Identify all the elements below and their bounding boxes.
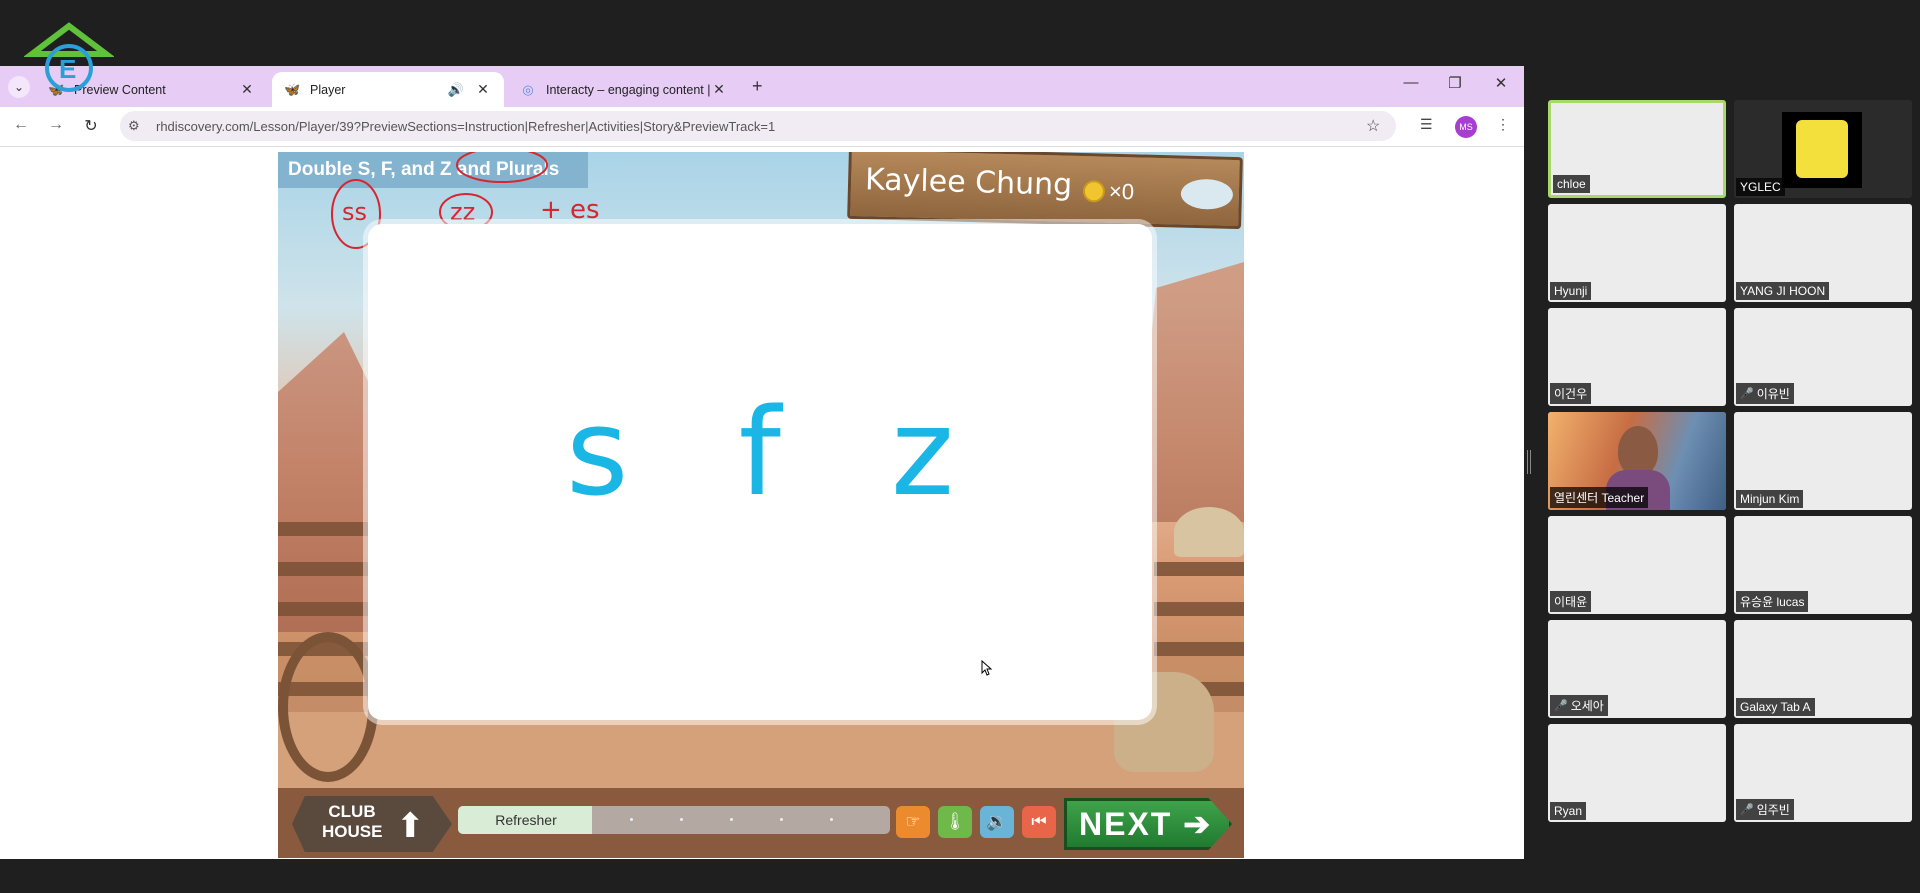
participant-name: Ryan <box>1550 802 1587 820</box>
annotation-es: + es <box>540 195 600 225</box>
speaker-icon[interactable]: 🔊 <box>448 82 464 98</box>
address-bar[interactable]: ⚙ rhdiscovery.com/Lesson/Player/39?Previ… <box>120 111 1396 141</box>
participant-name: 이태윤 <box>1550 591 1592 612</box>
participant-tile[interactable]: 이건우 <box>1548 308 1726 406</box>
participant-tile[interactable]: 🎤 이유빈 <box>1734 308 1912 406</box>
muted-mic-icon: 🎤 <box>1554 700 1568 712</box>
up-arrow-icon: ⬆ <box>396 807 425 845</box>
participant-name: 🎤 임주빈 <box>1736 799 1794 820</box>
desert-ground <box>278 712 1244 792</box>
browser-toolbar: ← → ↻ ⚙ rhdiscovery.com/Lesson/Player/39… <box>0 107 1524 147</box>
site-settings-icon[interactable]: ⚙ <box>128 118 156 134</box>
participant-tile[interactable]: 이태윤 <box>1548 516 1726 614</box>
organization-logo: E <box>24 22 114 92</box>
participant-name: 열린센터 Teacher <box>1550 487 1649 508</box>
svg-text:E: E <box>59 54 76 84</box>
participant-name: Minjun Kim <box>1736 490 1804 508</box>
participant-name: 🎤 이유빈 <box>1736 383 1794 404</box>
cowboy-hat <box>1174 507 1244 557</box>
bookmark-star-icon[interactable]: ☆ <box>1366 116 1396 136</box>
hand-pointer-icon[interactable]: ☞ <box>896 806 930 838</box>
letter-row: s f z <box>368 384 1152 523</box>
new-tab-button[interactable]: + <box>752 76 763 97</box>
participant-name: YANG JI HOON <box>1736 282 1830 300</box>
wagon-wheel <box>278 632 378 782</box>
close-icon[interactable]: ✕ <box>474 81 492 98</box>
panel-resize-handle[interactable] <box>1527 450 1531 474</box>
progress-dot <box>680 818 683 821</box>
reload-icon[interactable]: ↻ <box>80 116 102 136</box>
close-window-button[interactable]: ✕ <box>1486 74 1516 92</box>
participant-name: Galaxy Tab A <box>1736 698 1815 716</box>
participant-tile[interactable]: 🎤 오세아 <box>1548 620 1726 718</box>
profile-avatar[interactable]: MS <box>1455 116 1477 138</box>
thermometer-icon[interactable]: 🌡 <box>938 806 972 838</box>
participant-name: YGLEC <box>1736 178 1785 196</box>
participant-name: 🎤 오세아 <box>1550 695 1608 716</box>
progress-label: Refresher <box>495 812 557 828</box>
participant-name: 이건우 <box>1550 383 1592 404</box>
lesson-player: Double S, F, and Z and Plurals Kaylee Ch… <box>278 152 1244 858</box>
participant-tile[interactable]: Galaxy Tab A <box>1734 620 1912 718</box>
back-arrow-icon[interactable]: ← <box>10 116 32 134</box>
speaker-icon[interactable]: 🔉 <box>980 806 1014 838</box>
butterfly-icon: 🦋 <box>284 81 301 97</box>
annotation-zz: zz <box>450 198 475 226</box>
minimize-button[interactable]: — <box>1396 74 1426 91</box>
annotation-ss: ss <box>342 198 367 226</box>
participant-tile[interactable]: 열린센터 Teacher <box>1548 412 1726 510</box>
lesson-title: Double S, F, and Z and Plurals <box>288 159 560 180</box>
participant-name: Hyunji <box>1550 282 1592 300</box>
url-text[interactable]: rhdiscovery.com/Lesson/Player/39?Preview… <box>156 119 1366 134</box>
progress-dot <box>830 818 833 821</box>
right-arrow-icon: ➔ <box>1183 806 1213 842</box>
participant-tile[interactable]: YANG JI HOON <box>1734 204 1912 302</box>
participant-tile[interactable]: Minjun Kim <box>1734 412 1912 510</box>
coin-icon <box>1082 179 1106 203</box>
participant-tile[interactable]: Hyunji <box>1548 204 1726 302</box>
letter-f[interactable]: f <box>739 384 781 523</box>
student-name-sign: Kaylee Chung ×0 <box>847 152 1243 230</box>
mouse-cursor-icon <box>981 660 993 676</box>
forward-arrow-icon[interactable]: → <box>45 116 67 134</box>
next-button[interactable]: NEXT ➔ <box>1064 798 1232 850</box>
muted-mic-icon: 🎤 <box>1740 388 1754 400</box>
club-house-button[interactable]: CLUB HOUSE ⬆ <box>292 796 452 852</box>
muted-mic-icon: 🎤 <box>1740 804 1754 816</box>
progress-dot <box>630 818 633 821</box>
rewind-icon[interactable]: ⏮ <box>1022 806 1056 838</box>
letter-s[interactable]: s <box>566 384 629 523</box>
restore-button[interactable]: ❐ <box>1440 74 1470 92</box>
tab-interacty[interactable]: ◎ Interacty – engaging content | ✕ <box>508 72 740 107</box>
menu-kebab-icon[interactable]: ⋮ <box>1496 116 1510 133</box>
student-name: Kaylee Chung <box>864 162 1073 203</box>
coin-count: ×0 <box>1108 178 1135 205</box>
tab-player[interactable]: 🦋 Player 🔊 ✕ <box>272 72 504 107</box>
close-icon[interactable]: ✕ <box>710 81 728 98</box>
lesson-progress-bar: Refresher <box>458 806 890 834</box>
letter-z[interactable]: z <box>891 384 954 523</box>
lesson-title-bar: Double S, F, and Z and Plurals <box>278 152 588 188</box>
progress-dot <box>780 818 783 821</box>
participant-tile[interactable]: chloe <box>1548 100 1726 198</box>
avatar-badge[interactable] <box>1180 178 1234 210</box>
close-icon[interactable]: ✕ <box>238 81 256 98</box>
player-controls: CLUB HOUSE ⬆ Refresher ☞ 🌡 🔉 ⏮ NEXT ➔ <box>278 788 1244 858</box>
spongebob-avatar <box>1782 112 1862 188</box>
participant-tile[interactable]: YGLEC <box>1734 100 1912 198</box>
participant-tile[interactable]: Ryan <box>1548 724 1726 822</box>
progress-dot <box>730 818 733 821</box>
interacty-icon: ◎ <box>522 81 534 97</box>
browser-window: ⌄ 🦋 Preview Content ✕ 🦋 Player 🔊 ✕ ◎ Int… <box>0 66 1524 859</box>
tab-strip: ⌄ 🦋 Preview Content ✕ 🦋 Player 🔊 ✕ ◎ Int… <box>0 66 1524 107</box>
media-controls-icon[interactable]: ☰ <box>1420 116 1433 133</box>
participant-tile[interactable]: 🎤 임주빈 <box>1734 724 1912 822</box>
participant-name: 유승윤 lucas <box>1736 591 1809 612</box>
flashcard: s f z <box>368 224 1152 720</box>
participant-tile[interactable]: 유승윤 lucas <box>1734 516 1912 614</box>
participant-name: chloe <box>1553 175 1590 193</box>
